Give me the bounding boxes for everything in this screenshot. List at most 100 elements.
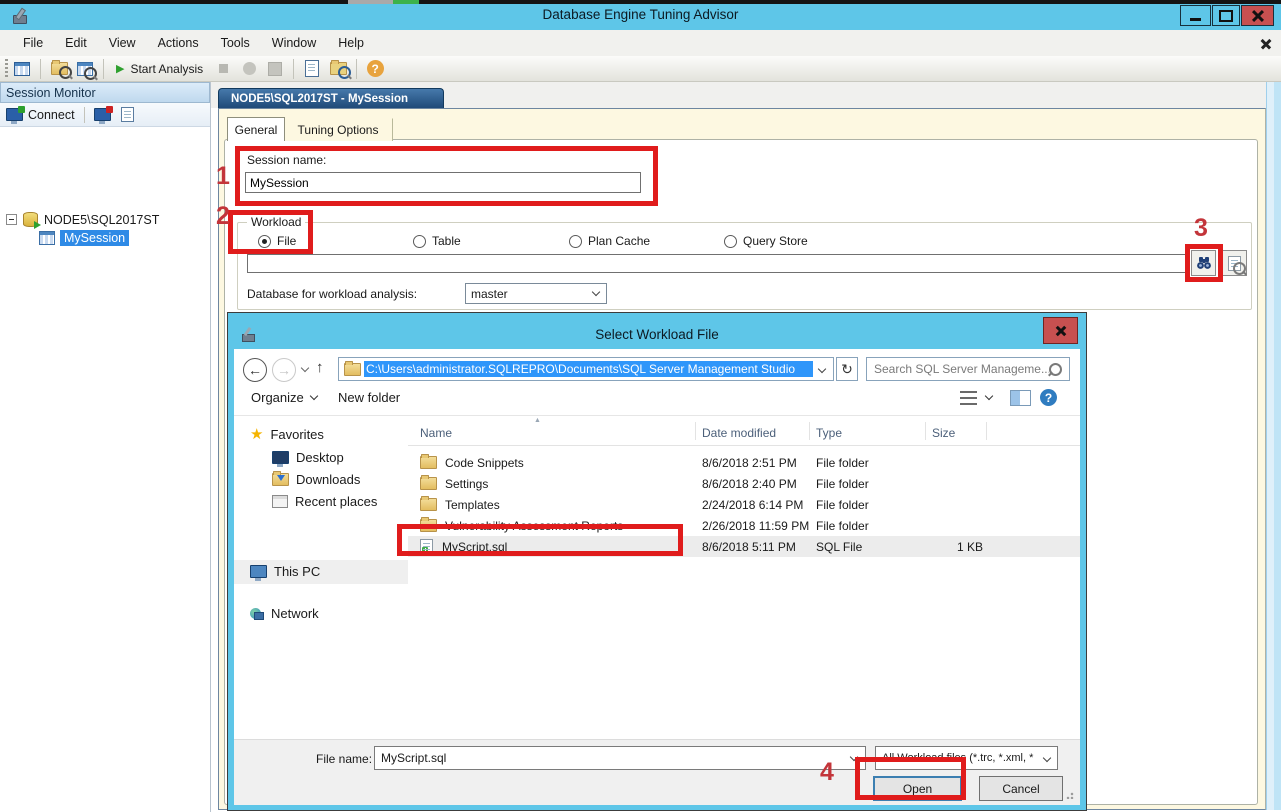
db-analysis-value: master (471, 286, 508, 301)
new-session-button[interactable] (10, 58, 34, 80)
minimize-button[interactable] (1180, 5, 1211, 26)
tab-general[interactable]: General (227, 117, 285, 141)
tab-tuning-options[interactable]: Tuning Options (283, 118, 393, 141)
radio-plan-cache-circle[interactable] (569, 234, 582, 248)
organize-chevron-icon (309, 391, 318, 401)
radio-table-circle[interactable] (413, 234, 426, 248)
file-row-templates[interactable]: Templates 2/24/2018 6:14 PM File folder (408, 494, 1080, 515)
menu-tools[interactable]: Tools (210, 30, 261, 56)
nav-favorites[interactable]: ★ Favorites (250, 427, 324, 442)
search-box[interactable]: Search SQL Server Manageme... (866, 357, 1070, 381)
document-tab[interactable]: NODE5\SQL2017ST - MySession (218, 88, 444, 109)
history-chevron-icon[interactable] (300, 363, 310, 373)
back-button[interactable]: ← (243, 358, 267, 382)
up-button[interactable]: ↑ (316, 359, 324, 376)
db-analysis-combo[interactable]: master (465, 283, 607, 304)
connect-button[interactable]: Connect (6, 106, 75, 124)
view-chevron-icon[interactable] (984, 391, 994, 401)
resize-grip[interactable] (1066, 790, 1075, 799)
tree-node-session[interactable]: MySession (39, 230, 130, 246)
open-workload-button[interactable] (73, 58, 97, 80)
file-type-chevron-icon[interactable] (1042, 753, 1052, 763)
radio-query-store[interactable]: Query Store (724, 234, 808, 248)
nav-favorites-label: Favorites (270, 427, 324, 442)
address-chevron-icon[interactable] (817, 364, 827, 374)
view-list-button[interactable] (960, 391, 977, 406)
address-bar[interactable]: C:\Users\administrator.SQLREPRO\Document… (338, 357, 834, 381)
tuning-options-button[interactable] (326, 58, 351, 80)
dialog-help-button[interactable]: ? (1040, 389, 1057, 406)
organize-label: Organize (251, 390, 304, 405)
file-row-code-snippets[interactable]: Code Snippets 8/6/2018 2:51 PM File fold… (408, 452, 1080, 473)
cancel-button[interactable]: Cancel (979, 776, 1063, 801)
file-name-combo[interactable]: MyScript.sql (374, 746, 866, 770)
report-icon (305, 60, 320, 77)
dialog-help-icon: ? (1044, 390, 1053, 405)
cancel-circle-icon (242, 62, 256, 75)
maximize-button[interactable] (1212, 5, 1240, 26)
radio-query-store-circle[interactable] (724, 234, 737, 248)
close-button[interactable] (1241, 5, 1274, 26)
this-pc-icon (250, 565, 267, 581)
nav-network-label: Network (271, 606, 319, 621)
refresh-session-button[interactable] (120, 107, 134, 122)
nav-downloads[interactable]: Downloads (272, 471, 360, 487)
nav-this-pc[interactable]: This PC (250, 564, 320, 581)
dialog-close-button[interactable] (1043, 317, 1078, 344)
session-monitor-toolbar: Connect (0, 103, 210, 127)
annotation-box-workload-file (228, 210, 313, 254)
annotation-number-1: 1 (216, 162, 230, 190)
annotation-box-session-name (235, 146, 658, 206)
column-date-modified[interactable]: Date modified (702, 426, 776, 440)
nav-desktop[interactable]: Desktop (272, 450, 344, 467)
column-headers: ▲ Name Date modified Type Size (408, 417, 1080, 446)
annotation-box-myscript-row (397, 524, 683, 556)
sort-asc-icon: ▲ (534, 417, 541, 424)
open-session-button[interactable] (47, 58, 72, 80)
menu-actions[interactable]: Actions (147, 30, 210, 56)
preview-pane-button[interactable] (1010, 390, 1031, 406)
file-type: File folder (816, 518, 869, 533)
menu-window[interactable]: Window (261, 30, 327, 56)
address-text[interactable]: C:\Users\administrator.SQLREPRO\Document… (364, 361, 813, 377)
radio-table[interactable]: Table (413, 234, 461, 248)
tree-node-server[interactable]: NODE5\SQL2017ST (6, 212, 159, 229)
nav-network[interactable]: Network (250, 606, 319, 621)
folder-icon (420, 454, 437, 469)
workload-file-path-input[interactable] (247, 254, 1188, 273)
main-toolbar: ▶ Start Analysis ? (0, 56, 1281, 82)
radio-table-label: Table (432, 234, 461, 248)
menu-view[interactable]: View (98, 30, 147, 56)
menu-help[interactable]: Help (327, 30, 375, 56)
radio-plan-cache[interactable]: Plan Cache (569, 234, 650, 248)
menubar-close-button[interactable] (1258, 37, 1274, 51)
column-type[interactable]: Type (816, 426, 842, 440)
disconnect-button[interactable] (93, 106, 113, 124)
file-name: Settings (445, 476, 489, 491)
file-row-settings[interactable]: Settings 8/6/2018 2:40 PM File folder (408, 473, 1080, 494)
help-button[interactable]: ? (363, 58, 387, 80)
commandbar-divider (234, 415, 1080, 416)
radio-plan-cache-label: Plan Cache (588, 234, 651, 248)
radio-query-store-label: Query Store (743, 234, 808, 248)
report-button[interactable] (300, 58, 324, 80)
start-analysis-button[interactable]: ▶ Start Analysis (110, 58, 209, 80)
column-name[interactable]: Name (420, 426, 452, 440)
new-folder-button[interactable]: New folder (338, 390, 400, 405)
file-size: 1 KB (956, 539, 983, 554)
refresh-button[interactable]: ↻ (836, 357, 858, 381)
save-button-disabled (263, 58, 287, 80)
server-database-icon (23, 212, 41, 229)
recent-places-icon (272, 495, 288, 508)
menu-edit[interactable]: Edit (54, 30, 98, 56)
file-date: 2/24/2018 6:14 PM (702, 497, 804, 512)
annotation-number-2: 2 (216, 202, 230, 230)
tree-expander[interactable] (6, 214, 17, 225)
browse-trace-table-button[interactable] (1222, 250, 1247, 276)
column-size[interactable]: Size (932, 426, 955, 440)
organize-button[interactable]: Organize (251, 390, 318, 405)
nav-recent-places[interactable]: Recent places (272, 494, 377, 509)
up-icon: ↑ (316, 359, 324, 376)
forward-button: → (272, 358, 296, 382)
menu-file[interactable]: File (12, 30, 54, 56)
